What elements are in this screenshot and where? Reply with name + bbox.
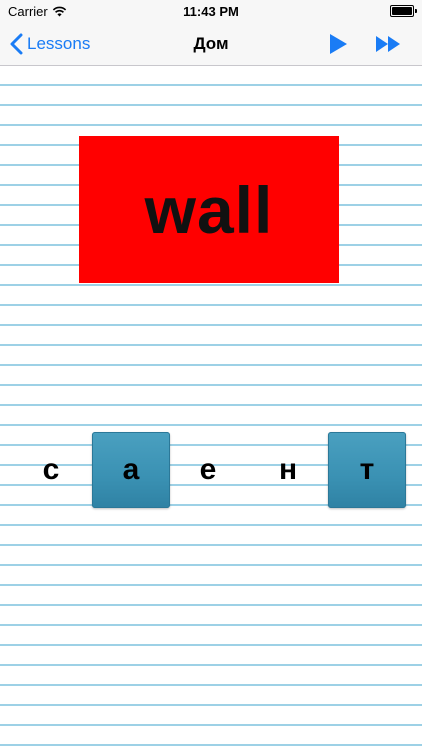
- word-card-text: wall: [144, 172, 274, 247]
- battery-icon: [390, 5, 417, 17]
- letter-text: н: [278, 453, 298, 486]
- fast-forward-button[interactable]: [374, 32, 404, 56]
- letter-text: а: [122, 453, 140, 486]
- status-bar: Carrier 11:43 PM: [0, 0, 422, 22]
- back-button[interactable]: Lessons: [10, 32, 90, 56]
- navigation-bar: Lessons Дом: [0, 22, 422, 66]
- letter-tile[interactable]: т: [328, 432, 406, 508]
- letter-item[interactable]: с: [31, 432, 71, 508]
- letter-text: т: [359, 453, 375, 486]
- status-time: 11:43 PM: [183, 4, 239, 19]
- play-icon: [330, 34, 347, 54]
- word-card[interactable]: wall: [79, 136, 339, 283]
- letter-text: е: [199, 453, 217, 486]
- chevron-left-icon: [10, 33, 23, 55]
- fast-forward-icon: [376, 36, 400, 52]
- letter-item[interactable]: е: [188, 432, 228, 508]
- play-button[interactable]: [326, 32, 350, 56]
- letter-tile[interactable]: а: [92, 432, 170, 508]
- back-button-label: Lessons: [27, 34, 91, 53]
- letter-item[interactable]: н: [268, 432, 308, 508]
- letter-text: с: [42, 453, 60, 486]
